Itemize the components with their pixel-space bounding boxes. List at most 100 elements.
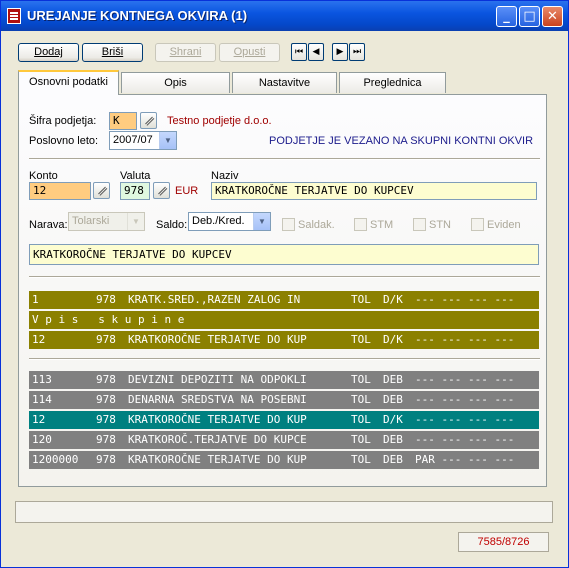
naziv-label: Naziv [211, 170, 239, 182]
stn-checkbox[interactable] [413, 218, 426, 231]
valuta-input[interactable]: 978 [120, 182, 150, 200]
title-bar[interactable]: UREJANJE KONTNEGA OKVIRA (1) _ □ ✕ [1, 1, 568, 31]
row-konto: 114 [32, 393, 52, 406]
saldo-value: Deb./Kred. [192, 215, 245, 227]
tab-preglednica[interactable]: Preglednica [339, 72, 446, 93]
row-konto: 120 [32, 433, 52, 446]
close-button[interactable]: ✕ [542, 6, 563, 27]
row-naziv: KRATKOROČNE TERJATVE DO KUP [128, 333, 307, 346]
row-saldo: D/K [383, 413, 403, 426]
sifra-label: Šifra podjetja: [29, 115, 97, 127]
table-row[interactable]: 114 978 DENARNA SREDSTVA NA POSEBNI TOL … [29, 391, 539, 409]
divider [29, 158, 540, 160]
row-currency: TOL [351, 333, 371, 346]
saldak-checkbox[interactable] [282, 218, 295, 231]
row-naziv: KRATKOROČ.TERJATVE DO KUPCE [128, 433, 307, 446]
table-row-selected[interactable]: 12 978 KRATKOROČNE TERJATVE DO KUP TOL D… [29, 411, 539, 429]
window: UREJANJE KONTNEGA OKVIRA (1) _ □ ✕ Dodaj… [0, 0, 569, 568]
chevron-down-icon[interactable]: ▼ [127, 213, 144, 230]
shrani-button[interactable]: Shrani [155, 43, 216, 62]
row-saldo: DEB [383, 433, 403, 446]
brisi-button[interactable]: Briši [82, 43, 143, 62]
row-saldo: DEB [383, 453, 403, 466]
divider [29, 358, 540, 360]
opusti-button[interactable]: Opusti [219, 43, 280, 62]
row-naziv: KRATKOROČNE TERJATVE DO KUP [128, 453, 307, 466]
row-saldo: DEB [383, 393, 403, 406]
row-flags: --- --- --- --- [415, 433, 515, 446]
row-currency: TOL [351, 453, 371, 466]
konto-lookup-icon[interactable] [93, 182, 110, 199]
naziv-input[interactable]: KRATKOROČNE TERJATVE DO KUPCEV [211, 182, 537, 200]
row-flags: --- --- --- --- [415, 393, 515, 406]
narava-select[interactable]: Tolarski ▼ [68, 212, 145, 231]
saldo-label: Saldo: [156, 219, 188, 231]
first-record-button[interactable]: ⏮ [291, 43, 307, 61]
row-naziv: DENARNA SREDSTVA NA POSEBNI [128, 393, 307, 406]
row-konto: 1200000 [32, 453, 79, 466]
row-konto: 12 [32, 333, 46, 346]
leto-value: 2007/07 [113, 134, 153, 146]
row-currency: TOL [351, 413, 371, 426]
row-naziv: KRATK.SRED.,RAZEN ZALOG IN [128, 293, 301, 306]
row-currency: TOL [351, 293, 371, 306]
status-bar [15, 501, 553, 523]
table-row[interactable]: 1200000 978 KRATKOROČNE TERJATVE DO KUP … [29, 451, 539, 469]
chevron-down-icon[interactable]: ▼ [253, 213, 270, 230]
row-valuta: 978 [96, 413, 116, 426]
row-valuta: 978 [96, 333, 116, 346]
table-row[interactable]: 120 978 KRATKOROČ.TERJATVE DO KUPCE TOL … [29, 431, 539, 449]
prev-record-button[interactable]: ◀ [308, 43, 324, 61]
chevron-down-icon[interactable]: ▼ [159, 132, 176, 149]
row-naziv: DEVIZNI DEPOZITI NA ODPOKLI [128, 373, 307, 386]
group-header-row[interactable]: V p i s s k u p i n e [29, 311, 539, 329]
row-naziv: KRATKOROČNE TERJATVE DO KUP [128, 413, 307, 426]
tab-nastavitve[interactable]: Nastavitve [232, 72, 337, 93]
leto-select[interactable]: 2007/07 ▼ [109, 131, 177, 150]
stn-label: STN [429, 219, 451, 231]
row-flags: --- --- --- --- [415, 293, 515, 306]
narava-label: Narava: [29, 219, 68, 231]
sifra-input[interactable]: K [109, 112, 137, 130]
row-saldo: DEB [383, 373, 403, 386]
dodaj-button[interactable]: Dodaj [18, 43, 79, 62]
group-row[interactable]: 1 978 KRATK.SRED.,RAZEN ZALOG IN TOL D/K… [29, 291, 539, 309]
valuta-lookup-icon[interactable] [153, 182, 170, 199]
stm-label: STM [370, 219, 394, 231]
minimize-button[interactable]: _ [496, 6, 517, 27]
valuta-label: Valuta [120, 170, 151, 182]
row-valuta: 978 [96, 393, 116, 406]
dodaj-label: Dodaj [34, 46, 63, 58]
row-flags: PAR --- --- --- [415, 453, 515, 466]
saldo-select[interactable]: Deb./Kred. ▼ [188, 212, 271, 231]
company-name: Testno podjetje d.o.o. [167, 115, 272, 127]
divider [29, 276, 540, 278]
shrani-label: Shrani [169, 46, 202, 58]
row-valuta: 978 [96, 433, 116, 446]
eviden-checkbox[interactable] [471, 218, 484, 231]
row-saldo: D/K [383, 333, 403, 346]
row-currency: TOL [351, 373, 371, 386]
next-record-button[interactable]: ▶ [332, 43, 348, 61]
record-counter: 7585/8726 [458, 532, 549, 552]
narava-value: Tolarski [72, 215, 110, 227]
group-row[interactable]: 12 978 KRATKOROČNE TERJATVE DO KUP TOL D… [29, 331, 539, 349]
tab-opis[interactable]: Opis [121, 72, 230, 93]
row-currency: TOL [351, 393, 371, 406]
row-valuta: 978 [96, 293, 116, 306]
row-flags: --- --- --- --- [415, 333, 515, 346]
row-flags: --- --- --- --- [415, 373, 515, 386]
last-record-button[interactable]: ⏭ [349, 43, 365, 61]
stm-checkbox[interactable] [354, 218, 367, 231]
sifra-lookup-icon[interactable] [140, 112, 157, 129]
konto-label: Konto [29, 170, 58, 182]
description-input[interactable]: KRATKOROČNE TERJATVE DO KUPCEV [29, 244, 539, 265]
konto-input[interactable]: 12 [29, 182, 91, 200]
row-currency: TOL [351, 433, 371, 446]
tab-osnovni-podatki[interactable]: Osnovni podatki [18, 70, 119, 95]
opusti-label: Opusti [233, 46, 266, 58]
maximize-button[interactable]: □ [519, 6, 540, 27]
row-valuta: 978 [96, 453, 116, 466]
table-row[interactable]: 113 978 DEVIZNI DEPOZITI NA ODPOKLI TOL … [29, 371, 539, 389]
row-valuta: 978 [96, 373, 116, 386]
